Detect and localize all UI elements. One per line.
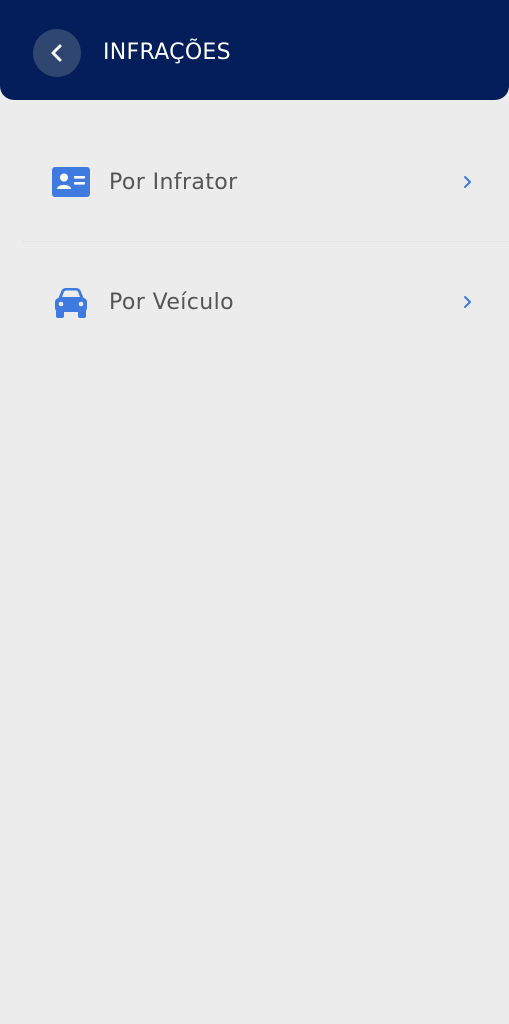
menu-item-label: Por Infrator xyxy=(109,170,238,195)
id-card-icon xyxy=(52,166,90,198)
page-title: INFRAÇÕES xyxy=(103,40,231,65)
chevron-left-icon xyxy=(51,44,62,62)
back-button[interactable] xyxy=(33,29,81,77)
menu-item-label: Por Veículo xyxy=(109,290,234,315)
chevron-right-icon xyxy=(461,294,473,310)
menu-item-por-veiculo[interactable]: Por Veículo xyxy=(0,242,509,363)
menu-item-por-infrator[interactable]: Por Infrator xyxy=(0,122,509,243)
app-header: INFRAÇÕES xyxy=(0,0,509,100)
car-icon xyxy=(52,286,90,318)
chevron-right-icon xyxy=(461,174,473,190)
